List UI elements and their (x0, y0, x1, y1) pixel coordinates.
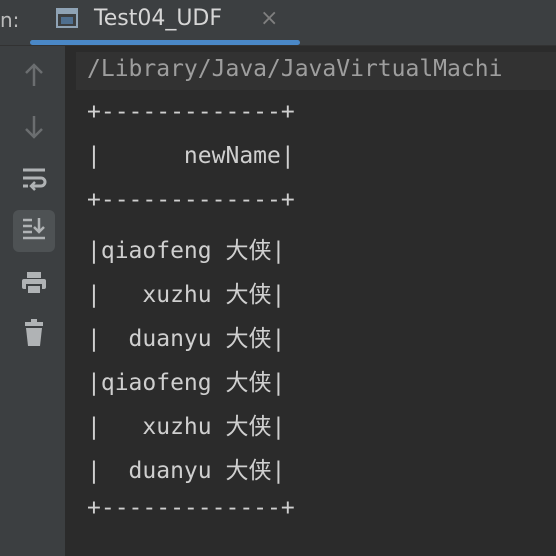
tab-bar: n: Test04_UDF × (0, 0, 556, 46)
output-line: | duanyu 大侠| (87, 326, 286, 352)
output-line: | newName| (87, 143, 295, 169)
run-panel-label: n: (0, 8, 20, 32)
java-command-path: /Library/Java/JavaVirtualMachi (87, 56, 503, 82)
active-tab-indicator (30, 40, 300, 45)
output-line: +-------------+ (87, 187, 295, 213)
down-stack-trace-button[interactable] (13, 108, 55, 150)
output-line: +-------------+ (87, 99, 295, 125)
print-button[interactable] (13, 264, 55, 306)
down-arrow-icon (22, 114, 46, 144)
console-toolbar (0, 46, 65, 556)
console-output[interactable]: /Library/Java/JavaVirtualMachi +--------… (65, 46, 556, 556)
up-arrow-icon (22, 62, 46, 92)
close-icon[interactable]: × (260, 6, 278, 31)
trash-icon (22, 319, 46, 351)
output-line: |qiaofeng 大侠| (87, 238, 286, 264)
tab-test04-udf[interactable]: Test04_UDF × (30, 0, 300, 45)
output-line: | xuzhu 大侠| (87, 282, 286, 308)
console-window-icon (56, 8, 78, 28)
scroll-to-end-button[interactable] (13, 210, 55, 252)
soft-wrap-icon (20, 166, 48, 196)
tab-title: Test04_UDF (94, 6, 223, 31)
output-line: +-------------+ (87, 495, 295, 521)
soft-wrap-button[interactable] (13, 160, 55, 202)
up-stack-trace-button[interactable] (13, 56, 55, 98)
output-line: | xuzhu 大侠| (87, 414, 286, 440)
output-line: |qiaofeng 大侠| (87, 370, 286, 396)
clear-all-button[interactable] (13, 314, 55, 356)
scroll-to-end-icon (20, 216, 48, 246)
print-icon (20, 270, 48, 300)
output-line: | duanyu 大侠| (87, 458, 286, 484)
